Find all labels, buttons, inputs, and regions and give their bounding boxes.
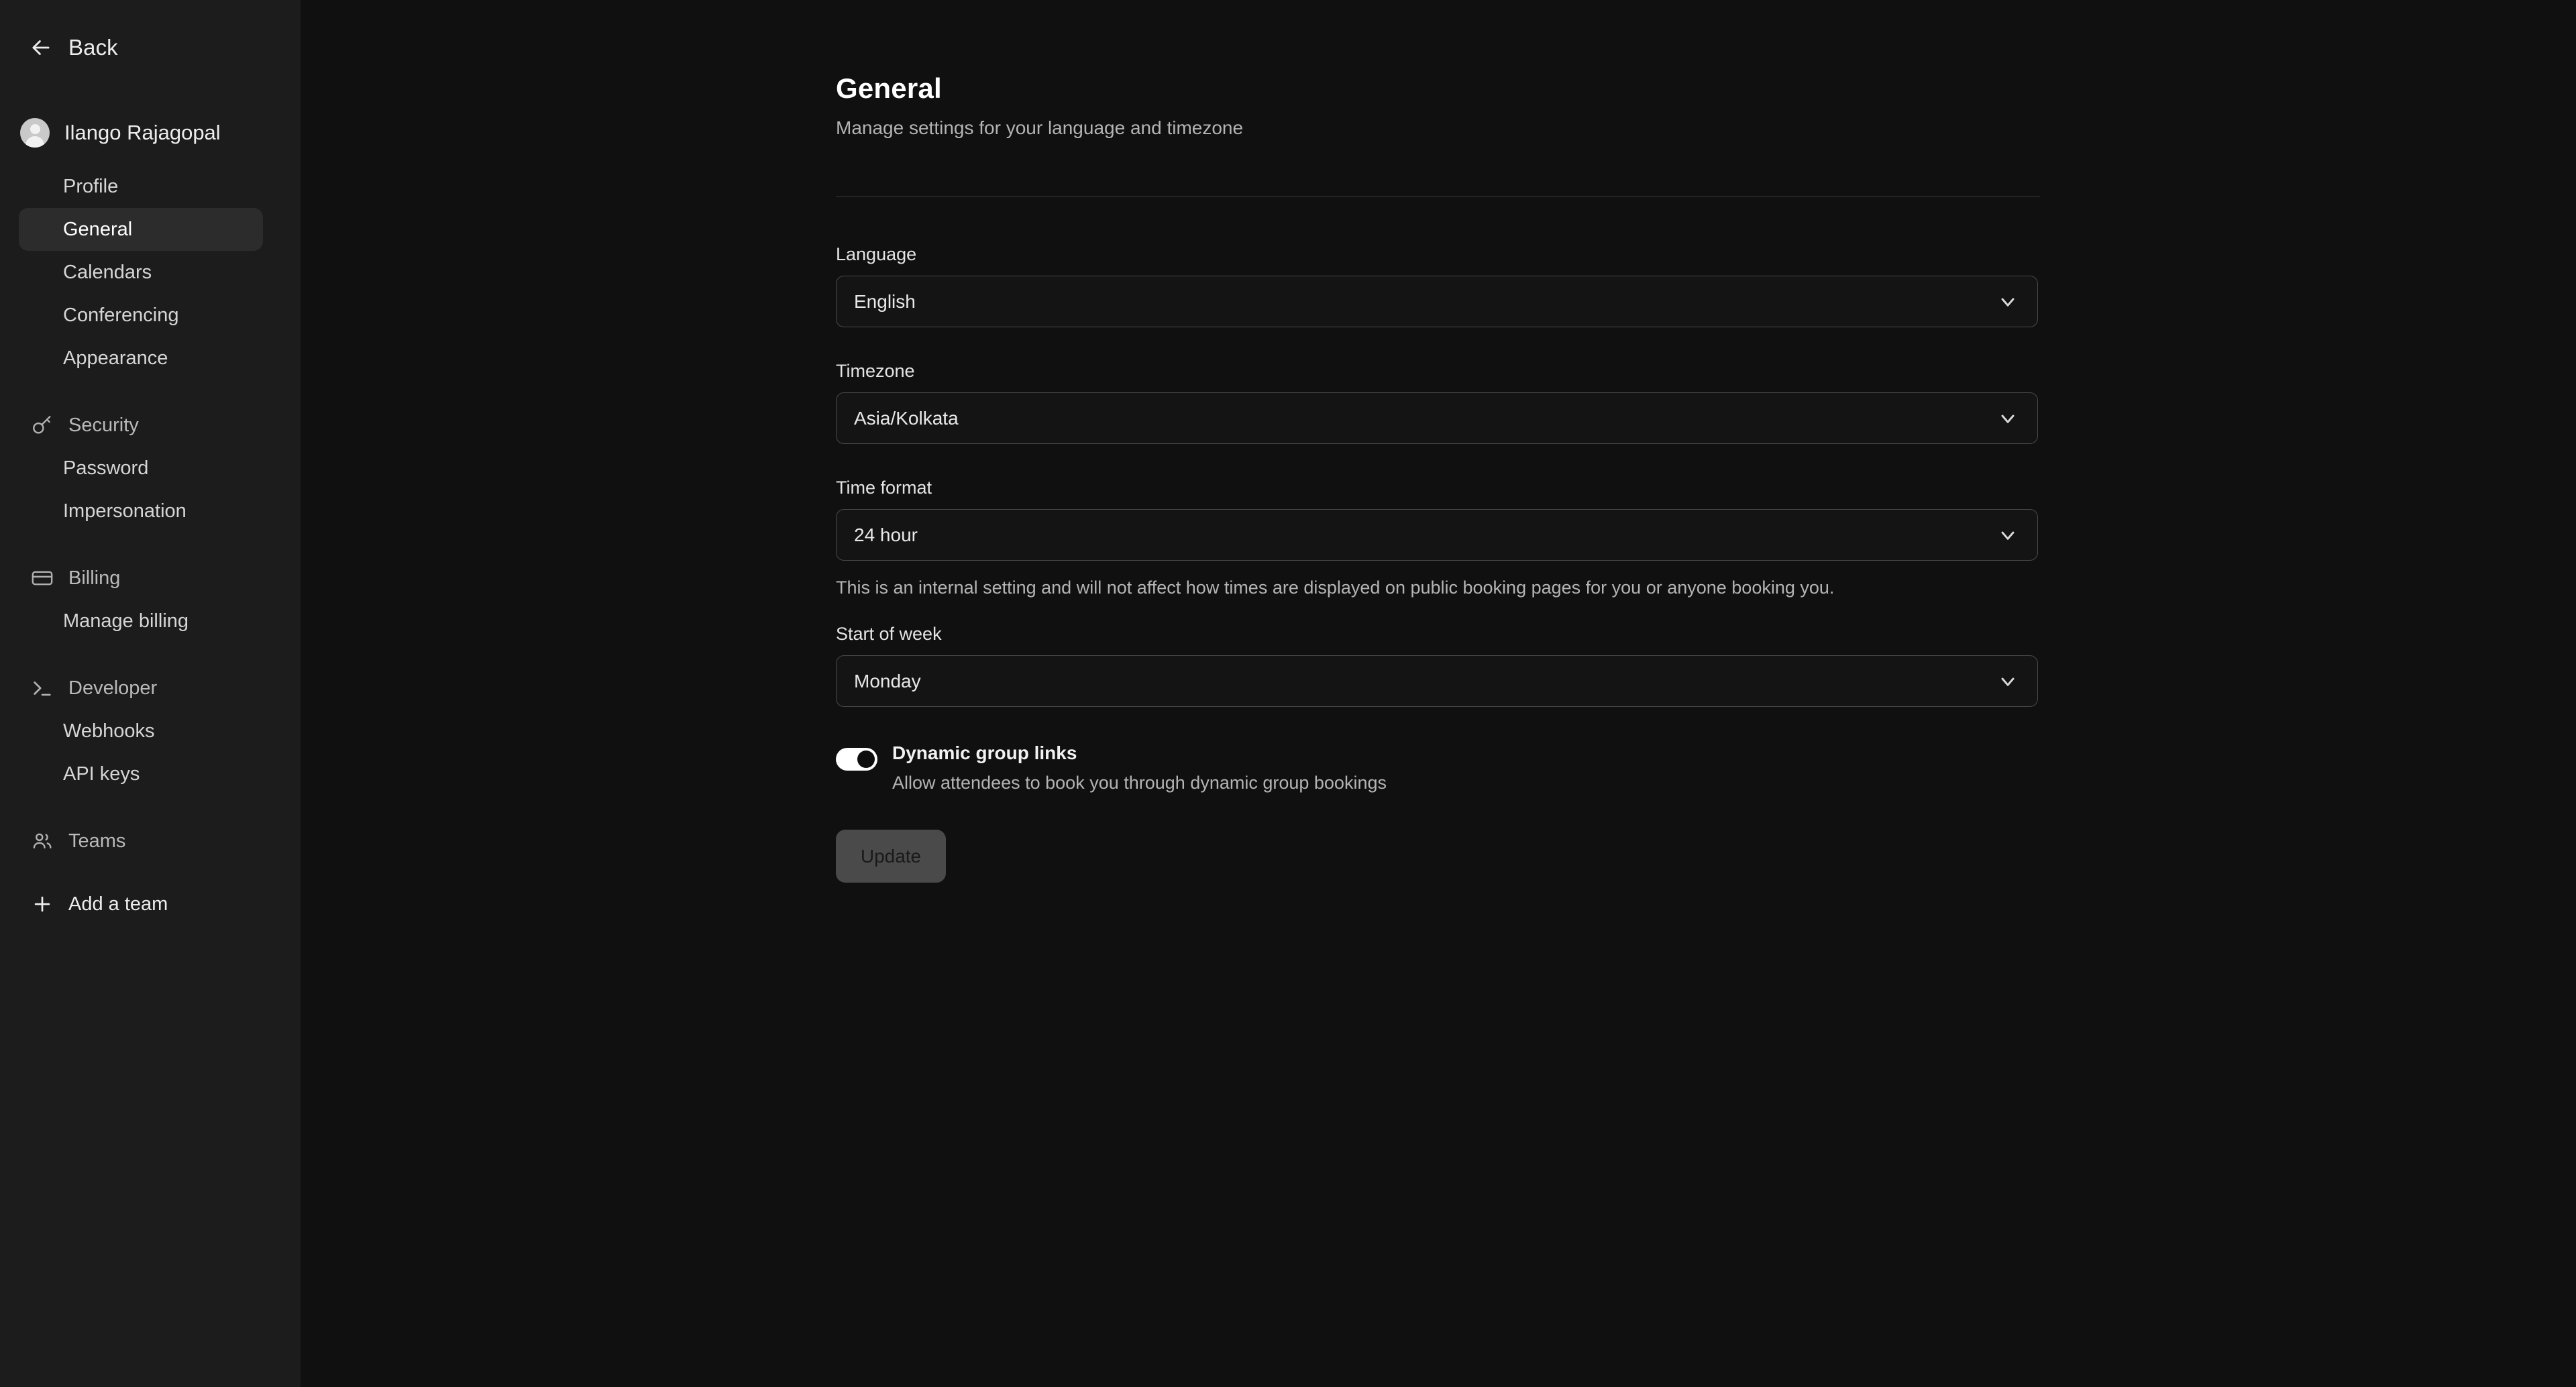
time-format-label: Time format (836, 478, 932, 498)
dynamic-group-links-toggle[interactable] (836, 748, 877, 771)
settings-panel: General Manage settings for your languag… (836, 0, 2040, 883)
dynamic-group-links-text: Dynamic group links Allow attendees to b… (892, 742, 1387, 793)
dynamic-group-links-title: Dynamic group links (892, 742, 1077, 764)
sidebar-item-label: Appearance (63, 347, 168, 369)
start-of-week-select[interactable]: Monday (836, 655, 2038, 708)
sidebar-nav: Profile General Calendars Conferencing A… (0, 165, 301, 926)
dynamic-group-links-description: Allow attendees to book you through dyna… (892, 773, 1387, 793)
add-team-label: Add a team (68, 893, 168, 915)
sidebar-item-label: Manage billing (63, 610, 189, 632)
back-label: Back (68, 35, 118, 60)
time-format-value: 24 hour (854, 524, 918, 545)
sidebar-item-profile[interactable]: Profile (19, 165, 263, 208)
toggle-knob (857, 751, 875, 769)
sidebar-item-impersonation[interactable]: Impersonation (19, 490, 263, 533)
sidebar-item-label: Impersonation (63, 500, 186, 522)
page-subtitle: Manage settings for your language and ti… (836, 117, 1244, 138)
avatar-head (30, 124, 40, 134)
chevron-down-icon (2001, 677, 2015, 686)
sidebar-item-label: Password (63, 457, 149, 479)
avatar-body (25, 136, 44, 148)
app-root: Back Ilango Rajagopal Profile General Ca… (0, 0, 2576, 1387)
terminal-icon (31, 677, 54, 700)
add-team-button[interactable]: Add a team (19, 883, 263, 926)
sidebar-group-teams[interactable]: Teams (19, 820, 263, 863)
sidebar-group-security[interactable]: Security (19, 404, 263, 447)
arrow-left-icon (32, 40, 50, 55)
sidebar-item-calendars[interactable]: Calendars (19, 251, 263, 294)
time-format-select[interactable]: 24 hour (836, 509, 2038, 561)
chevron-down-icon (2001, 298, 2015, 307)
users-icon (31, 830, 54, 852)
user-profile-row[interactable]: Ilango Rajagopal (0, 60, 301, 148)
sidebar-item-appearance[interactable]: Appearance (19, 337, 263, 380)
language-select[interactable]: English (836, 276, 2038, 327)
timezone-select[interactable]: Asia/Kolkata (836, 392, 2038, 444)
timezone-field: Timezone Asia/Kolkata (836, 361, 2040, 444)
chevron-down-icon (2001, 531, 2015, 540)
page-title: General (836, 72, 942, 104)
sidebar-item-conferencing[interactable]: Conferencing (19, 294, 263, 337)
language-label: Language (836, 244, 917, 264)
user-name: Ilango Rajagopal (64, 121, 221, 144)
start-of-week-label: Start of week (836, 624, 942, 645)
sidebar-item-general[interactable]: General (19, 208, 263, 251)
sidebar-group-label: Security (68, 414, 139, 436)
timezone-value: Asia/Kolkata (854, 407, 959, 429)
sidebar-item-label: Webhooks (63, 720, 155, 742)
sidebar-item-api-keys[interactable]: API keys (19, 753, 263, 795)
sidebar-item-webhooks[interactable]: Webhooks (19, 710, 263, 753)
chevron-down-icon (2001, 414, 2015, 423)
sidebar-item-label: Calendars (63, 261, 152, 283)
sidebar-item-label: Profile (63, 175, 119, 197)
avatar (20, 118, 50, 148)
time-format-field: Time format 24 hour This is an internal … (836, 478, 2040, 600)
time-format-help: This is an internal setting and will not… (836, 577, 1835, 598)
start-of-week-value: Monday (854, 670, 921, 691)
plus-icon (31, 893, 54, 916)
sidebar-item-password[interactable]: Password (19, 447, 263, 490)
sidebar-item-label: API keys (63, 763, 140, 785)
update-button[interactable]: Update (836, 830, 946, 883)
main-content: General Manage settings for your languag… (301, 0, 2576, 1387)
sidebar-group-label: Billing (68, 567, 121, 589)
sidebar-item-manage-billing[interactable]: Manage billing (19, 600, 263, 643)
key-icon (31, 414, 54, 437)
settings-sidebar: Back Ilango Rajagopal Profile General Ca… (0, 0, 301, 1387)
sidebar-item-label: Conferencing (63, 304, 179, 326)
timezone-label: Timezone (836, 361, 915, 381)
credit-card-icon (31, 567, 54, 590)
sidebar-group-billing[interactable]: Billing (19, 557, 263, 600)
sidebar-item-label: General (63, 218, 133, 240)
back-button[interactable]: Back (0, 0, 301, 60)
dynamic-group-links-row: Dynamic group links Allow attendees to b… (836, 742, 2040, 793)
start-of-week-field: Start of week Monday (836, 624, 2040, 708)
sidebar-group-label: Teams (68, 830, 126, 852)
language-value: English (854, 290, 916, 312)
language-field: Language English (836, 244, 2040, 327)
sidebar-group-label: Developer (68, 677, 158, 699)
sidebar-group-developer[interactable]: Developer (19, 667, 263, 710)
